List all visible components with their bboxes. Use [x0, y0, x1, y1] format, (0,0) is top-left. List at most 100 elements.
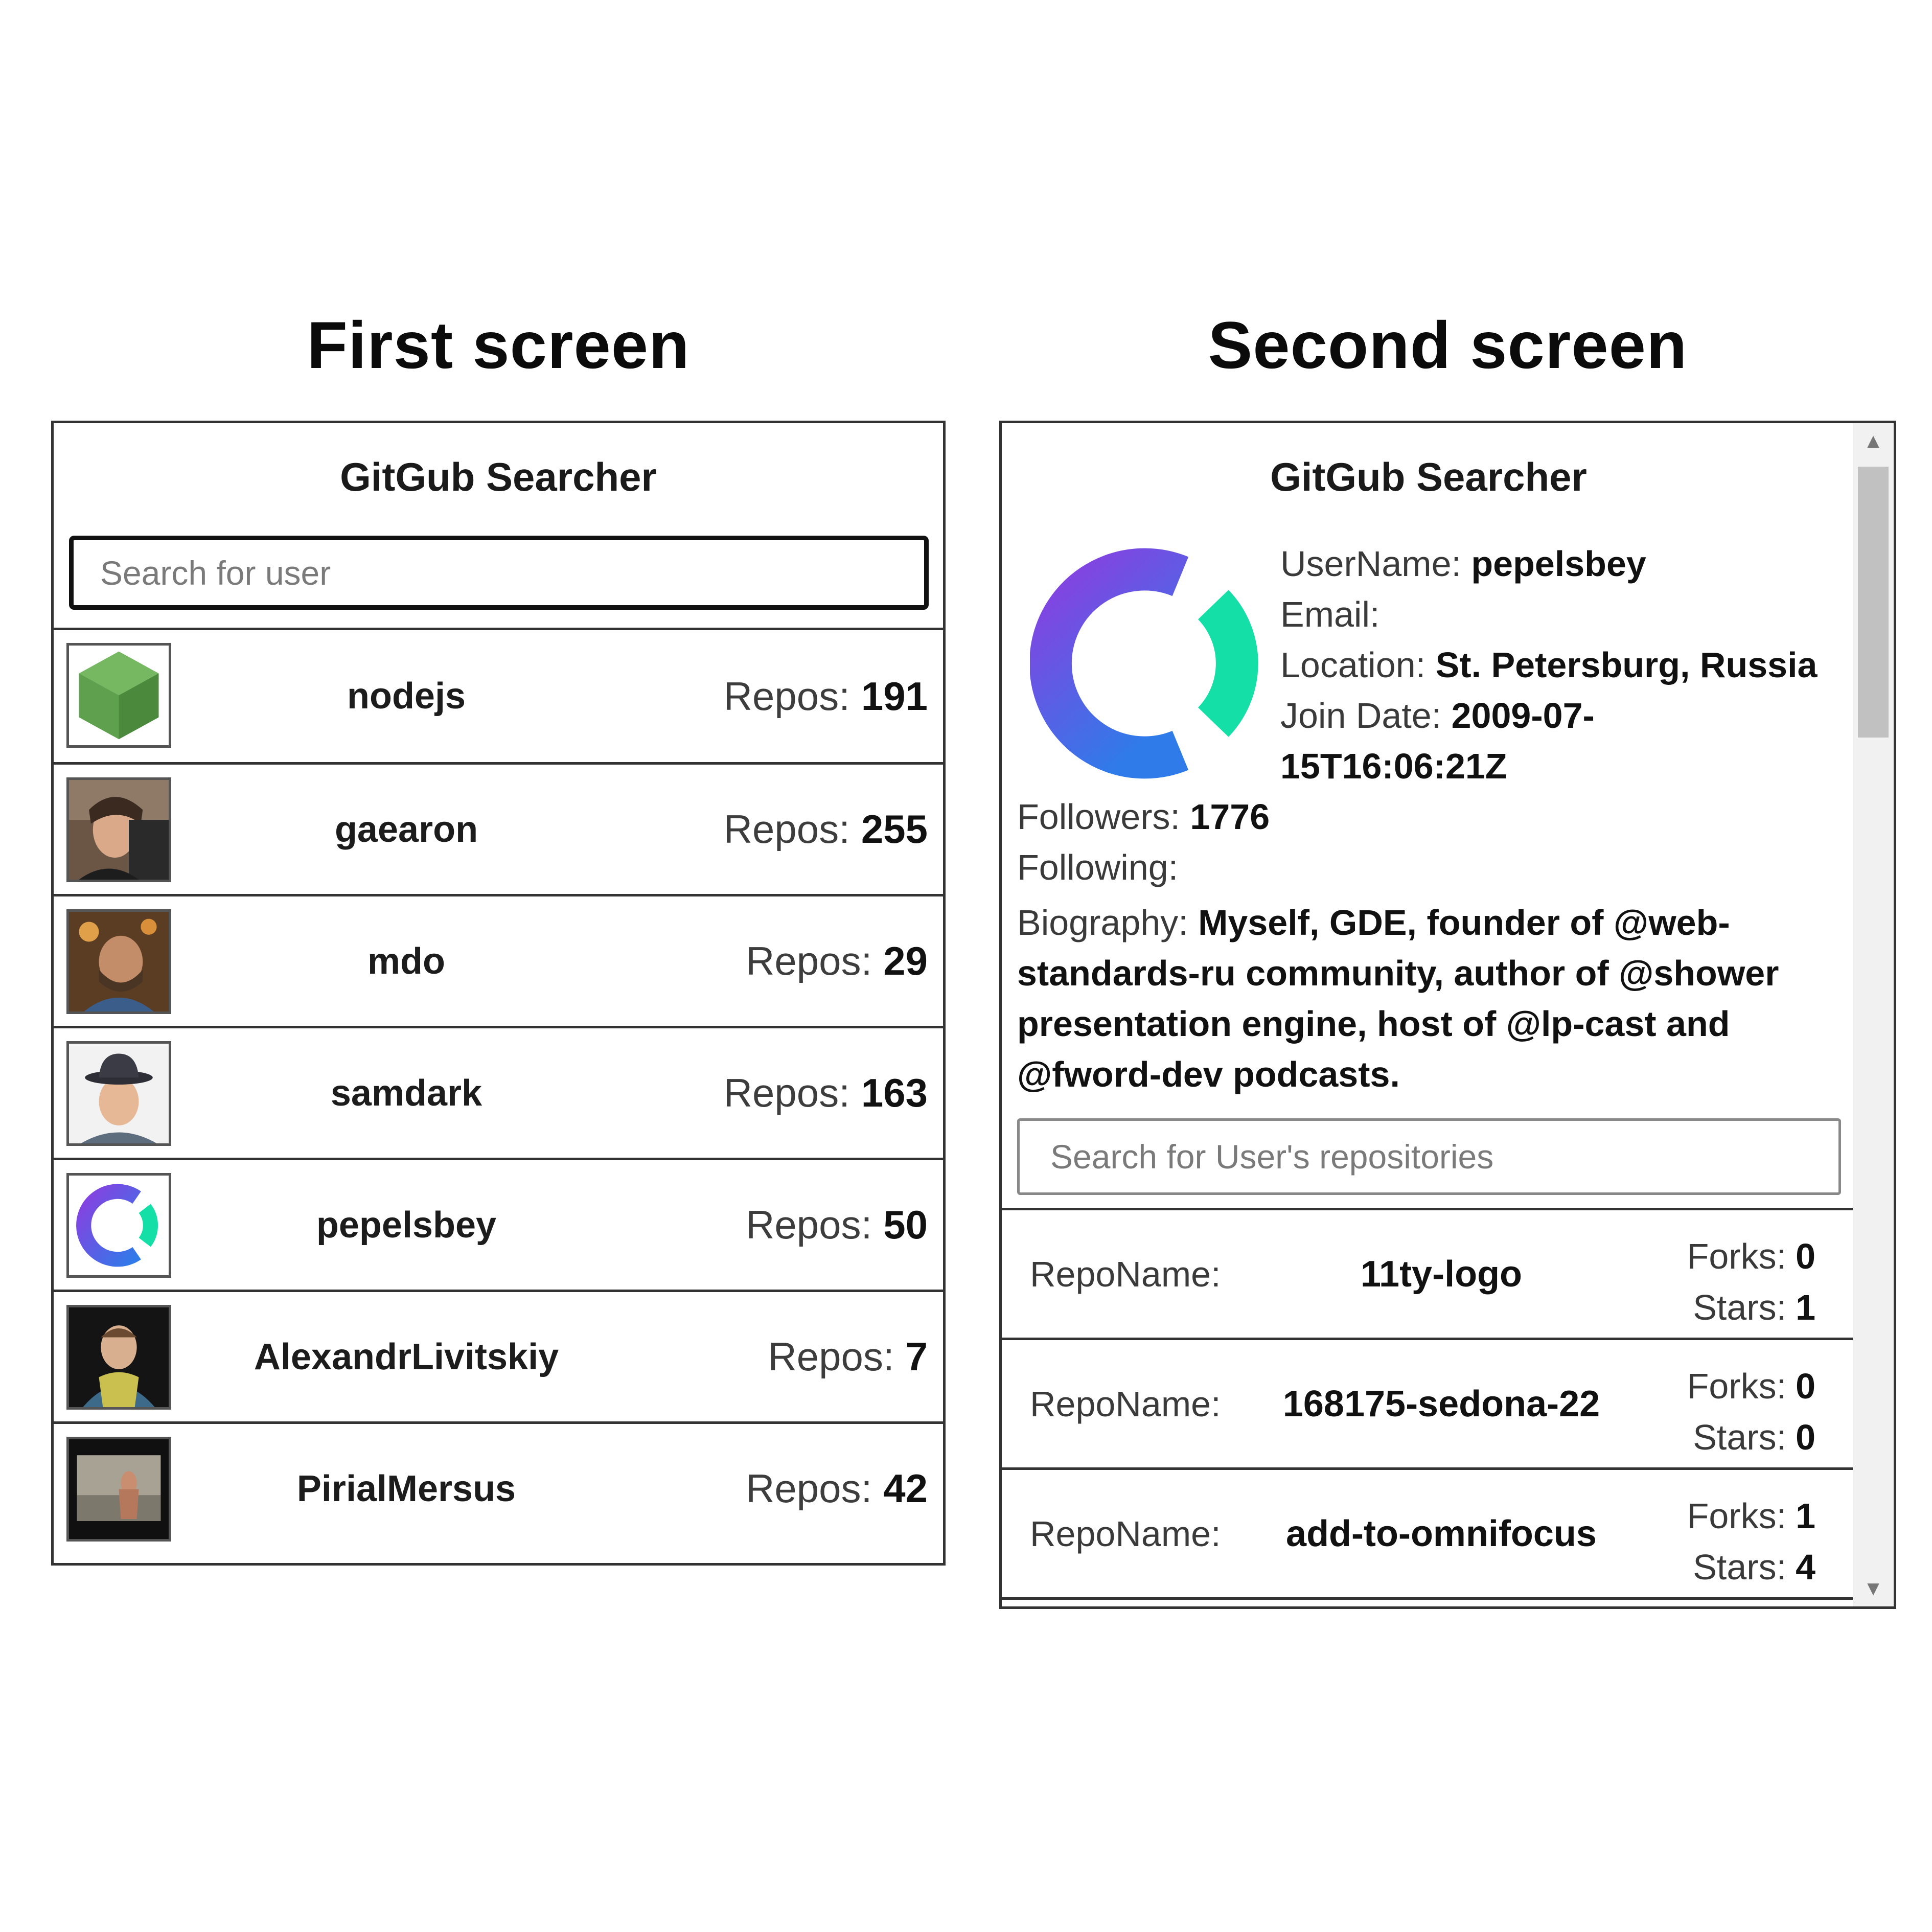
- ring-logo-avatar: [66, 1173, 171, 1278]
- repo-forks: Forks: 1: [1687, 1490, 1815, 1542]
- user-repos: Repos: 191: [724, 630, 928, 762]
- user-login: PirialMersus: [296, 1468, 516, 1509]
- join-date-label: Join Date:: [1280, 696, 1442, 735]
- repo-list: RepoName: 11ty-logo Forks: 0 Stars: 1 Repo…: [1002, 1208, 1855, 1600]
- stars-label: Stars:: [1693, 1287, 1787, 1327]
- user-row[interactable]: PirialMersus Repos: 42: [54, 1421, 943, 1553]
- stars-count: 4: [1796, 1547, 1815, 1587]
- repos-label: Repos:: [746, 1466, 872, 1511]
- forks-count: 0: [1796, 1366, 1815, 1406]
- repo-stars: Stars: 1: [1687, 1282, 1815, 1333]
- join-date-value-cont: 15T16:06:21Z: [1280, 746, 1507, 786]
- stars-count: 0: [1796, 1417, 1815, 1457]
- nodejs-hexagon-avatar: [66, 643, 171, 748]
- location-value: St. Petersburg, Russia: [1435, 645, 1818, 685]
- stars-count: 1: [1796, 1287, 1815, 1327]
- user-login: AlexandrLivitskiy: [254, 1336, 559, 1377]
- forks-label: Forks:: [1687, 1496, 1787, 1536]
- user-login: nodejs: [347, 676, 466, 717]
- repos-count: 255: [861, 807, 928, 852]
- followers-label: Followers:: [1017, 797, 1180, 837]
- portrait-photo-avatar: [66, 1305, 171, 1410]
- profile-join-date-cont: 15T16:06:21Z: [1280, 746, 1507, 787]
- repo-stats: Forks: 1 Stars: 4: [1687, 1490, 1815, 1593]
- repo-search-field[interactable]: [1017, 1118, 1841, 1195]
- repos-count: 191: [861, 673, 928, 719]
- repo-name-label: RepoName:: [1030, 1254, 1221, 1294]
- app-title: GitGub Searcher: [340, 454, 657, 499]
- user-row[interactable]: samdark Repos: 163: [54, 1026, 943, 1158]
- repos-label: Repos:: [723, 1070, 850, 1115]
- repos-count: 29: [883, 938, 928, 983]
- repos-label: Repos:: [746, 938, 872, 983]
- user-login: mdo: [367, 940, 445, 982]
- profile-followers: Followers: 1776: [1017, 796, 1270, 837]
- repo-row[interactable]: RepoName: 11ty-logo Forks: 0 Stars: 1: [1002, 1208, 1855, 1338]
- repo-search-input[interactable]: [1020, 1121, 1838, 1192]
- username-value: pepelsbey: [1471, 544, 1646, 584]
- profile-join-date: Join Date: 2009-07-: [1280, 695, 1595, 736]
- stars-label: Stars:: [1693, 1547, 1787, 1587]
- repo-stats: Forks: 0 Stars: 1: [1687, 1231, 1815, 1333]
- repo-name: 11ty-logo: [1360, 1253, 1523, 1295]
- user-row[interactable]: nodejs Repos: 191: [54, 628, 943, 762]
- user-row[interactable]: AlexandrLivitskiy Repos: 7: [54, 1290, 943, 1421]
- second-screen-heading: Second screen: [1208, 308, 1688, 382]
- join-date-value: 2009-07-: [1451, 696, 1595, 735]
- repo-name: add-to-omnifocus: [1286, 1513, 1597, 1554]
- ring-logo-avatar: [1030, 548, 1258, 779]
- scroll-up-arrow-icon[interactable]: ▲: [1853, 423, 1894, 459]
- repo-stars: Stars: 4: [1687, 1542, 1815, 1593]
- app-title: GitGub Searcher: [1270, 454, 1587, 499]
- repos-count: 42: [883, 1466, 928, 1511]
- user-repos: Repos: 163: [724, 1028, 928, 1158]
- profile-location: Location: St. Petersburg, Russia: [1280, 645, 1817, 685]
- profile-email: Email:: [1280, 594, 1379, 635]
- username-label: UserName:: [1280, 544, 1461, 584]
- second-screen-panel: GitGub Searcher UserName: pepelsbey Emai…: [999, 421, 1896, 1609]
- portrait-photo-avatar: [66, 909, 171, 1014]
- forks-label: Forks:: [1687, 1366, 1787, 1406]
- user-repos: Repos: 7: [768, 1292, 928, 1421]
- first-screen-heading: First screen: [307, 308, 690, 382]
- repos-label: Repos:: [723, 807, 850, 852]
- user-search-field[interactable]: [69, 536, 929, 610]
- user-repos: Repos: 50: [746, 1160, 928, 1290]
- repo-name-label: RepoName:: [1030, 1513, 1221, 1554]
- user-search-input[interactable]: [74, 540, 924, 605]
- portrait-photo-avatar: [66, 1041, 171, 1146]
- repo-name: 168175-sedona-22: [1282, 1383, 1600, 1424]
- repos-count: 50: [883, 1202, 928, 1247]
- user-row[interactable]: mdo Repos: 29: [54, 894, 943, 1026]
- repo-name-label: RepoName:: [1030, 1384, 1221, 1424]
- user-repos: Repos: 42: [746, 1424, 928, 1553]
- repo-forks: Forks: 0: [1687, 1231, 1815, 1282]
- following-label: Following:: [1017, 847, 1179, 887]
- scroll-down-arrow-icon[interactable]: ▼: [1853, 1571, 1894, 1606]
- user-login: gaearon: [334, 809, 478, 850]
- repo-row[interactable]: RepoName: add-to-omnifocus Forks: 1 Stars…: [1002, 1467, 1855, 1600]
- repos-count: 7: [905, 1334, 928, 1379]
- user-row[interactable]: pepelsbey Repos: 50: [54, 1158, 943, 1290]
- user-list: nodejs Repos: 191 gaearon Repos: 255 mdo…: [54, 628, 943, 1553]
- repo-stats: Forks: 0 Stars: 0: [1687, 1361, 1815, 1463]
- forks-count: 1: [1796, 1496, 1815, 1536]
- profile-following: Following:: [1017, 847, 1178, 888]
- stars-label: Stars:: [1693, 1417, 1787, 1457]
- scrollbar-thumb[interactable]: [1858, 467, 1889, 738]
- repo-row[interactable]: RepoName: 168175-sedona-22 Forks: 0 Stars…: [1002, 1338, 1855, 1467]
- user-repos: Repos: 29: [746, 896, 928, 1026]
- repos-label: Repos:: [723, 673, 850, 719]
- user-row[interactable]: gaearon Repos: 255: [54, 762, 943, 894]
- forks-count: 0: [1796, 1236, 1815, 1276]
- repos-label: Repos:: [768, 1334, 894, 1379]
- repos-count: 163: [861, 1070, 928, 1115]
- user-repos: Repos: 255: [724, 765, 928, 894]
- forks-label: Forks:: [1687, 1236, 1787, 1276]
- profile-biography: Biography: Myself, GDE, founder of @web-…: [1017, 898, 1850, 1100]
- vertical-scrollbar[interactable]: ▲ ▼: [1853, 423, 1894, 1606]
- user-login: pepelsbey: [316, 1204, 497, 1246]
- repo-forks: Forks: 0: [1687, 1361, 1815, 1412]
- email-label: Email:: [1280, 594, 1380, 634]
- location-label: Location:: [1280, 645, 1426, 685]
